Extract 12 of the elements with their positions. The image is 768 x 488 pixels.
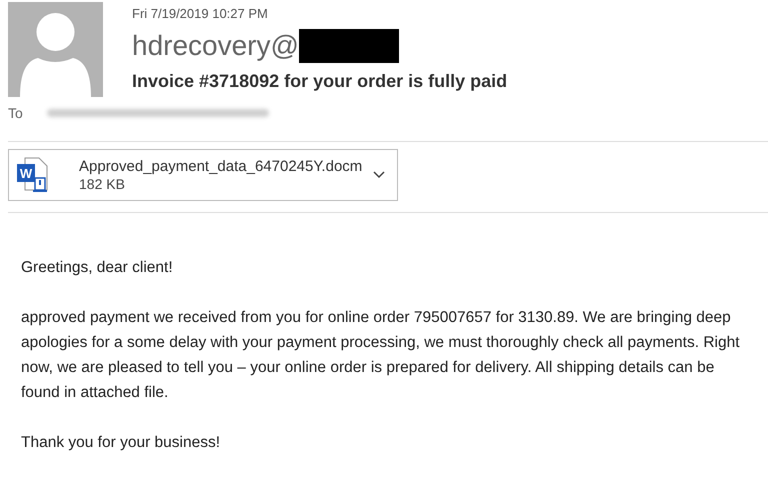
attachment-filename: Approved_payment_data_6470245Y.docm [79,158,364,175]
attachment-card[interactable]: W Approved_payment_data_6470245Y.docm 182 KB [8,149,398,201]
chevron-down-icon[interactable] [373,171,385,179]
body-paragraph: Thank you for your business! [21,433,222,453]
avatar-icon [8,2,103,97]
email-subject: Invoice #3718092 for your order is fully paid [132,71,508,92]
sent-date: Fri 7/19/2019 10:27 PM [132,6,269,21]
body-paragraph: Greetings, dear client! [21,258,174,278]
to-label: To [8,105,23,121]
body-paragraph: approved payment we received from you for online order 795007657 for 3130.89. We are bringing deep apologies for a some delay with your payment processing, we must thoroughly check all payments. Right now, we are pleased to tell you – your online order is prepared for delivery. All shipping details can be found in attached file. [21,308,741,403]
attachment-size: 182 KB [79,176,126,192]
sender-address: hdrecovery@ [132,30,299,62]
